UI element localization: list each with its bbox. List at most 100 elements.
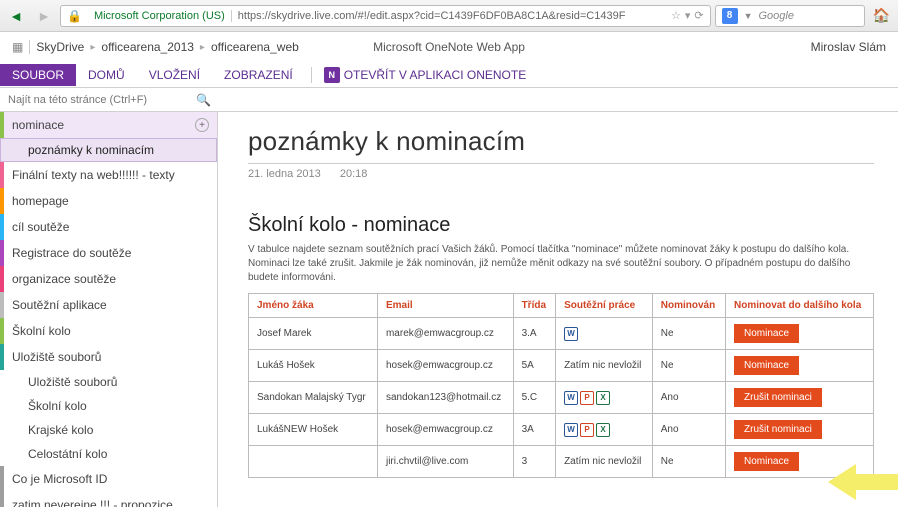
table-cell: 5A — [513, 350, 556, 382]
table-header: Nominován — [652, 294, 725, 318]
chevron-right-icon: ▸ — [84, 42, 101, 53]
chevron-down-icon[interactable]: ▼ — [744, 11, 753, 21]
section-item[interactable]: cíl soutěže — [0, 214, 217, 240]
table-cell: jiri.chvtil@live.com — [377, 446, 513, 478]
powerpoint-icon[interactable]: P — [580, 423, 594, 437]
table-header: Nominovat do dalšího kola — [726, 294, 874, 318]
table-header: Třída — [513, 294, 556, 318]
table-cell: 3A — [513, 414, 556, 446]
table-row: Josef Marekmarek@emwacgroup.cz3.AWNeNomi… — [249, 318, 874, 350]
word-icon[interactable]: W — [564, 327, 578, 341]
note-content: poznámky k nominacím 21. ledna 2013 20:1… — [218, 112, 898, 507]
section-item[interactable]: Soutěžní aplikace — [0, 292, 217, 318]
page-item[interactable]: Krajské kolo — [0, 418, 217, 442]
browser-search[interactable]: 8 ▼ Google — [715, 5, 865, 27]
word-icon[interactable]: W — [564, 423, 578, 437]
nominate-button[interactable]: Nominace — [734, 324, 799, 343]
nominate-button[interactable]: Nominace — [734, 452, 799, 471]
ribbon-tab-view[interactable]: ZOBRAZENÍ — [212, 64, 305, 86]
ribbon-tab-insert[interactable]: VLOŽENÍ — [137, 64, 212, 86]
excel-icon[interactable]: X — [596, 423, 610, 437]
find-bar: 🔍 — [0, 88, 898, 112]
table-cell: Lukáš Hošek — [249, 350, 378, 382]
table-cell — [249, 446, 378, 478]
table-header: Jméno žáka — [249, 294, 378, 318]
open-in-onenote[interactable]: N OTEVŘÍT V APLIKACI ONENOTE — [318, 67, 533, 83]
action-cell: Zrušit nominaci — [726, 382, 874, 414]
section-item[interactable]: nominace+ — [0, 112, 217, 138]
page-item[interactable]: poznámky k nominacím — [0, 138, 217, 162]
ribbon-tab-home[interactable]: DOMŮ — [76, 64, 137, 86]
section-item[interactable]: Školní kolo — [0, 318, 217, 344]
crumb-folder-1[interactable]: officearena_2013 — [101, 40, 194, 54]
section-item[interactable]: Co je Microsoft ID — [0, 466, 217, 492]
excel-icon[interactable]: X — [596, 391, 610, 405]
table-row: jiri.chvtil@live.com3Zatím nic nevložil N… — [249, 446, 874, 478]
apps-grid-icon[interactable]: ▦ — [12, 40, 23, 54]
files-cell: WPX — [556, 382, 653, 414]
add-page-button[interactable]: + — [195, 118, 209, 132]
note-time: 20:18 — [340, 168, 368, 180]
nominated-cell: Ano — [652, 382, 725, 414]
files-cell: Zatím nic nevložil — [556, 446, 653, 478]
back-button[interactable]: ◄ — [4, 4, 28, 28]
cancel-nomination-button[interactable]: Zrušit nominaci — [734, 388, 822, 407]
word-icon[interactable]: W — [564, 391, 578, 405]
user-name[interactable]: Miroslav Slám — [811, 40, 886, 54]
embedded-document: Školní kolo - nominace V tabulce najdete… — [248, 214, 874, 478]
onenote-icon: N — [324, 67, 340, 83]
address-bar[interactable]: 🔒 Microsoft Corporation (US) https://sky… — [60, 5, 711, 27]
nominated-cell: Ne — [652, 350, 725, 382]
crumb-skydrive[interactable]: SkyDrive — [36, 40, 84, 54]
ribbon-tab-file[interactable]: SOUBOR — [0, 64, 76, 86]
page-item[interactable]: Školní kolo — [0, 394, 217, 418]
section-item[interactable]: Registrace do soutěže — [0, 240, 217, 266]
bookmark-star-icon[interactable]: ☆ — [671, 9, 681, 22]
table-row: Lukáš Hošekhosek@emwacgroup.cz5AZatím ni… — [249, 350, 874, 382]
page-item[interactable]: Uložiště souborů — [0, 370, 217, 394]
search-engine-icon: 8 — [722, 8, 738, 24]
browser-toolbar: ◄ ► 🔒 Microsoft Corporation (US) https:/… — [0, 0, 898, 32]
files-cell: Zatím nic nevložil — [556, 350, 653, 382]
section-item[interactable]: Uložiště souborů — [0, 344, 217, 370]
doc-heading: Školní kolo - nominace — [248, 214, 874, 237]
page-title[interactable]: poznámky k nominacím — [248, 126, 874, 157]
table-cell: hosek@emwacgroup.cz — [377, 350, 513, 382]
cancel-nomination-button[interactable]: Zrušit nominaci — [734, 420, 822, 439]
url-text: https://skydrive.live.com/#!/edit.aspx?c… — [238, 10, 665, 22]
section-item[interactable]: zatim neverejne !!! - propozice — [0, 492, 217, 507]
table-header: Soutěžní práce — [556, 294, 653, 318]
table-cell: 3 — [513, 446, 556, 478]
nominated-cell: Ano — [652, 414, 725, 446]
reload-icon[interactable]: ⟳ — [694, 9, 703, 22]
find-input[interactable] — [0, 88, 196, 111]
lock-icon: 🔒 — [67, 9, 82, 23]
home-button[interactable]: 🏠 — [869, 7, 894, 24]
table-cell: hosek@emwacgroup.cz — [377, 414, 513, 446]
table-cell: Josef Marek — [249, 318, 378, 350]
nominations-table: Jméno žákaEmailTřídaSoutěžní práceNomino… — [248, 293, 874, 478]
dropdown-icon[interactable]: ▾ — [685, 9, 691, 22]
powerpoint-icon[interactable]: P — [580, 391, 594, 405]
sidebar: nominace+poznámky k nominacímFinální tex… — [0, 112, 218, 507]
table-cell: sandokan123@hotmail.cz — [377, 382, 513, 414]
page-item[interactable]: Celostátní kolo — [0, 442, 217, 466]
breadcrumb-row: ▦ SkyDrive ▸ officearena_2013 ▸ officear… — [0, 32, 898, 62]
chevron-right-icon: ▸ — [194, 42, 211, 53]
search-placeholder: Google — [758, 10, 793, 22]
section-item[interactable]: Finální texty na web!!!!!! - texty — [0, 162, 217, 188]
highlight-arrow — [828, 462, 898, 502]
section-item[interactable]: homepage — [0, 188, 217, 214]
note-meta: 21. ledna 2013 20:18 — [248, 168, 874, 180]
action-cell: Nominace — [726, 350, 874, 382]
table-cell: 5.C — [513, 382, 556, 414]
search-icon[interactable]: 🔍 — [196, 93, 211, 107]
crumb-folder-2[interactable]: officearena_web — [211, 40, 299, 54]
action-cell: Zrušit nominaci — [726, 414, 874, 446]
files-cell: W — [556, 318, 653, 350]
section-item[interactable]: organizace soutěže — [0, 266, 217, 292]
table-cell: Sandokan Malajský Tygr — [249, 382, 378, 414]
forward-button[interactable]: ► — [32, 4, 56, 28]
doc-intro: V tabulce najdete seznam soutěžních prac… — [248, 243, 874, 285]
nominate-button[interactable]: Nominace — [734, 356, 799, 375]
